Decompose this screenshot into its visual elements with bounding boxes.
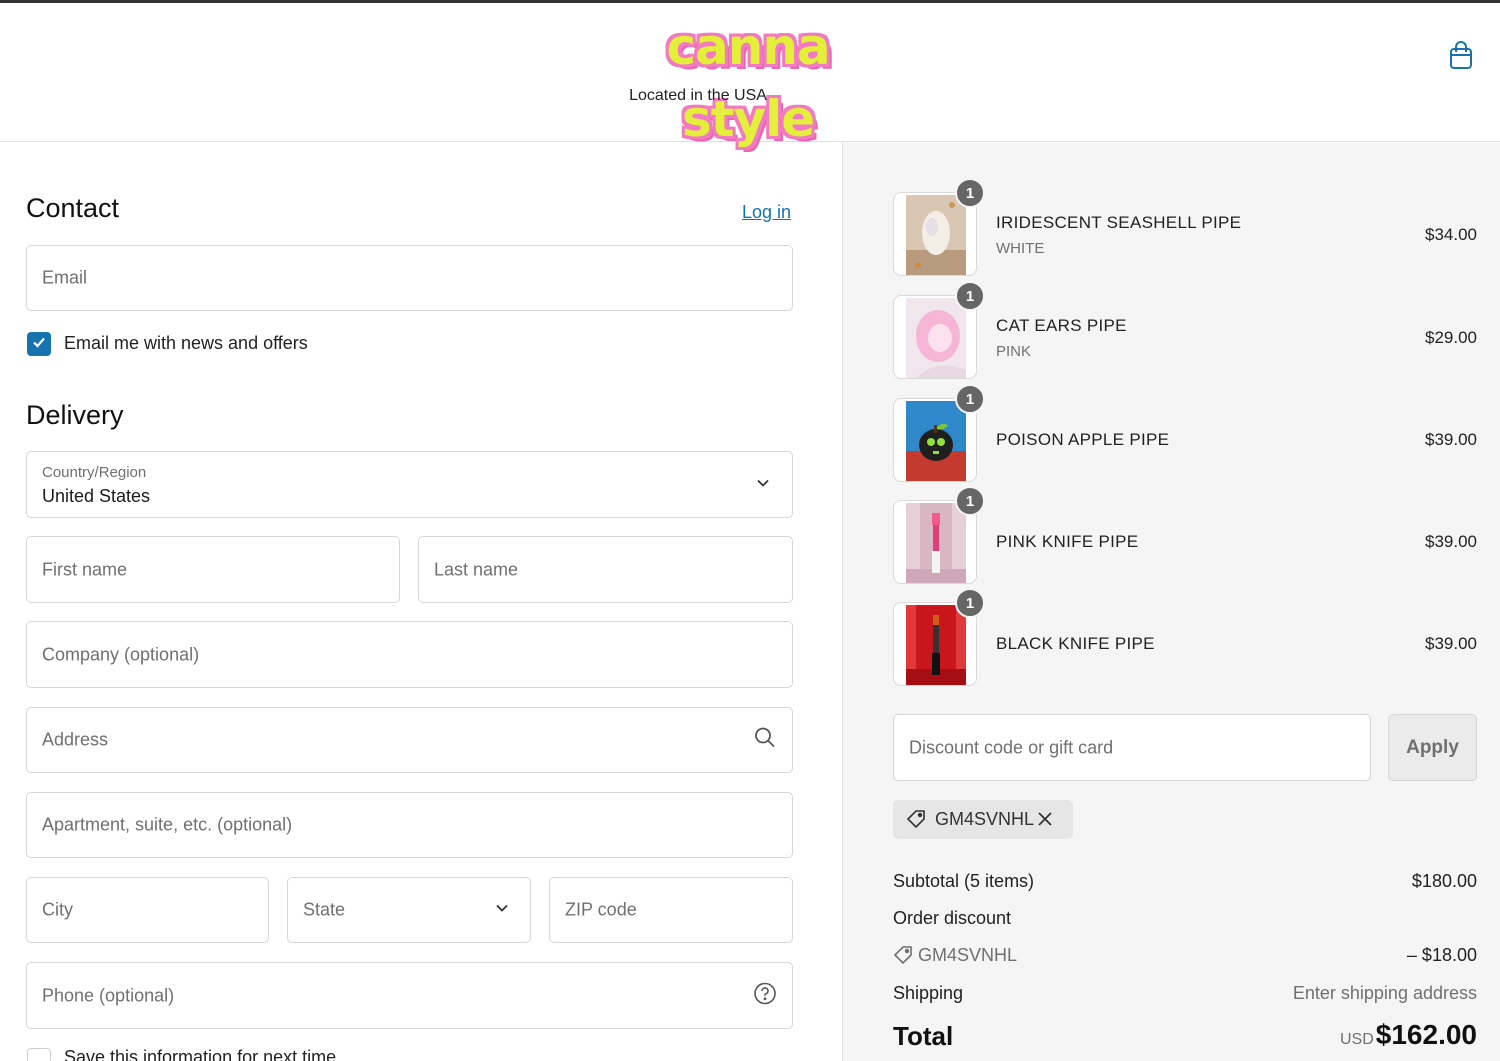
cat-ears-pipe-image [906, 298, 966, 378]
country-select[interactable]: Country/Region United States [26, 451, 793, 518]
cart-item: 1 BLACK KNIFE PIPE $39.00 [893, 588, 1477, 686]
chevron-down-icon [495, 901, 509, 920]
seashell-pipe-image [906, 195, 966, 275]
poison-apple-pipe-image [906, 401, 966, 481]
zip-field[interactable]: ZIP code [549, 877, 793, 943]
quantity-badge: 1 [955, 588, 985, 618]
cart-item: 1 PINK KNIFE PIPE $39.00 [893, 486, 1477, 584]
logo-wordmark: canna style [666, 18, 830, 148]
item-name: BLACK KNIFE PIPE [996, 634, 1155, 653]
tag-icon [906, 809, 926, 834]
quantity-badge: 1 [955, 281, 985, 311]
city-field[interactable]: City [26, 877, 269, 943]
subtotal-label: Subtotal (5 items) [893, 871, 1035, 891]
applied-discount-chip: GM4SVNHL [893, 800, 1073, 839]
cart-item: 1 CAT EARS PIPE PINK $29.00 [893, 281, 1477, 379]
order-discount-label: Order discount [893, 908, 1012, 928]
address-placeholder: Address [42, 729, 109, 750]
total-value: $162.00 [1375, 1019, 1477, 1050]
quantity-badge: 1 [955, 486, 985, 516]
item-price: $39.00 [1425, 532, 1477, 551]
delivery-heading: Delivery [26, 400, 124, 430]
country-value: United States [42, 486, 151, 506]
email-placeholder: Email [42, 267, 88, 288]
item-price: $29.00 [1425, 328, 1477, 347]
item-price: $39.00 [1425, 634, 1477, 653]
close-icon[interactable] [1035, 809, 1055, 834]
discount-code-field[interactable]: Discount code or gift card [893, 714, 1371, 781]
discount-value: – $18.00 [1406, 945, 1477, 965]
item-variant: WHITE [996, 240, 1045, 257]
company-field[interactable]: Company (optional) [26, 621, 793, 688]
city-placeholder: City [42, 899, 73, 920]
cart-button[interactable] [1446, 40, 1476, 75]
state-select[interactable]: State [287, 877, 531, 943]
cart-item: 1 POISON APPLE PIPE $39.00 [893, 384, 1477, 482]
item-name: IRIDESCENT SEASHELL PIPE [996, 213, 1242, 232]
item-price: $34.00 [1425, 225, 1477, 244]
apartment-field[interactable]: Apartment, suite, etc. (optional) [26, 792, 793, 858]
chevron-down-icon [756, 475, 770, 494]
address-field[interactable]: Address [26, 707, 793, 773]
total-label: Total [893, 1021, 954, 1051]
zip-placeholder: ZIP code [565, 899, 637, 920]
tag-icon [893, 945, 913, 970]
summary-discount-code: GM4SVNHL [918, 945, 1018, 965]
item-price: $39.00 [1425, 430, 1477, 449]
site-header: canna style Located in the USA [0, 3, 1500, 148]
discount-code-label: GM4SVNHL [935, 809, 1035, 829]
shipping-value: Enter shipping address [1292, 983, 1477, 1003]
country-label: Country/Region [42, 464, 147, 481]
subtotal-value: $180.00 [1411, 871, 1477, 891]
state-placeholder: State [303, 899, 346, 920]
help-icon[interactable] [753, 981, 777, 1010]
logo-tagline: Located in the USA [629, 87, 767, 104]
phone-placeholder: Phone (optional) [42, 985, 175, 1005]
quantity-badge: 1 [955, 178, 985, 208]
apply-button[interactable]: Apply [1388, 714, 1477, 781]
shopping-bag-icon [1448, 40, 1474, 75]
contact-heading: Contact [26, 193, 120, 223]
black-knife-pipe-image [906, 605, 966, 685]
login-link[interactable]: Log in [742, 202, 791, 223]
item-name: CAT EARS PIPE [996, 316, 1127, 335]
pink-knife-pipe-image [906, 503, 966, 583]
company-placeholder: Company (optional) [42, 644, 200, 664]
checkmark-icon [31, 334, 47, 355]
first-name-field[interactable]: First name [26, 536, 400, 603]
item-name: POISON APPLE PIPE [996, 430, 1170, 449]
item-name: PINK KNIFE PIPE [996, 532, 1139, 551]
cart-item: 1 IRIDESCENT SEASHELL PIPE WHITE $34.00 [893, 178, 1477, 276]
brand-logo[interactable]: canna style Located in the USA [600, 11, 896, 148]
quantity-badge: 1 [955, 384, 985, 414]
save-info-label: Save this information for next time [64, 1047, 337, 1061]
save-info-checkbox[interactable] [27, 1048, 51, 1061]
phone-field[interactable]: Phone (optional) [26, 962, 793, 1029]
item-variant: PINK [996, 343, 1032, 360]
newsletter-label: Email me with news and offers [64, 333, 308, 353]
email-field[interactable]: Email [26, 245, 793, 311]
last-name-field[interactable]: Last name [418, 536, 793, 603]
first-name-placeholder: First name [42, 559, 128, 579]
last-name-placeholder: Last name [434, 559, 519, 579]
currency-label: USD [1340, 1031, 1374, 1048]
shipping-label: Shipping [893, 983, 964, 1003]
search-icon [754, 727, 776, 754]
newsletter-checkbox[interactable] [27, 332, 51, 356]
discount-placeholder: Discount code or gift card [909, 737, 1114, 757]
apartment-placeholder: Apartment, suite, etc. (optional) [42, 814, 293, 835]
